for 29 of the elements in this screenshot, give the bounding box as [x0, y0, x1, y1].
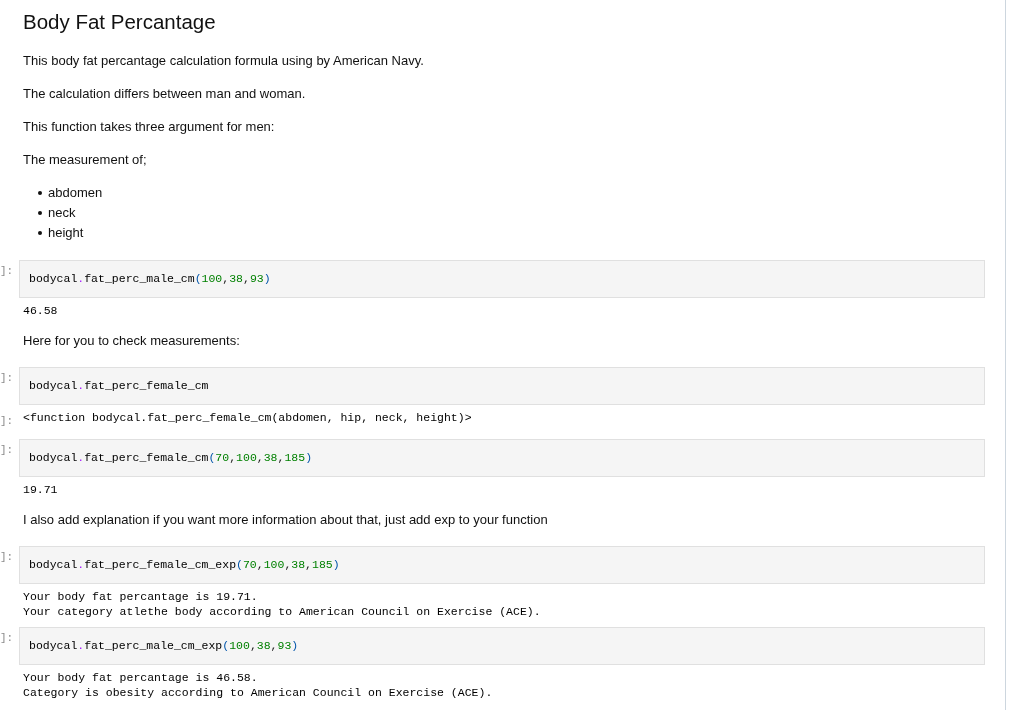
output-text: Your body fat percantage is 19.71. Your category atlethe body according to American Council on Exercise (ACE).	[22, 589, 541, 619]
markdown-paragraph: Here for you to check measurements:	[23, 332, 240, 350]
markdown-paragraph: This body fat percantage calculation formula using by American Navy.	[23, 52, 424, 70]
markdown-paragraph: The measurement of;	[23, 151, 147, 169]
list-item: neck	[48, 204, 76, 222]
output-text: Your body fat percantage is 46.58. Category is obesity according to American Council on Exercise (ACE).	[22, 670, 493, 700]
cell-prompt: ]:	[0, 631, 14, 646]
code-input[interactable]: bodycal.fat_perc_female_cm	[19, 367, 985, 405]
code-input[interactable]: bodycal.fat_perc_male_cm(100,38,93)	[19, 260, 985, 298]
bullet-icon	[38, 231, 42, 235]
bullet-icon	[38, 211, 42, 215]
code-input[interactable]: bodycal.fat_perc_female_cm(70,100,38,185)	[19, 439, 985, 477]
markdown-paragraph: The calculation differs between man and woman.	[23, 85, 306, 103]
cell-prompt: ]:	[0, 443, 14, 458]
markdown-paragraph: I also add explanation if you want more information about that, just add exp to your function	[23, 511, 548, 529]
output-text: <function bodycal.fat_perc_female_cm(abdomen, hip, neck, height)>	[22, 410, 472, 425]
code-input[interactable]: bodycal.fat_perc_male_cm_exp(100,38,93)	[19, 627, 985, 665]
list-item: abdomen	[48, 184, 103, 202]
cell-prompt: ]:	[0, 371, 14, 386]
output-prompt: ]:	[0, 414, 14, 429]
markdown-paragraph: This function takes three argument for men:	[23, 118, 275, 136]
cell-prompt: ]:	[0, 264, 14, 279]
output-text: 46.58	[22, 303, 58, 318]
code-input[interactable]: bodycal.fat_perc_female_cm_exp(70,100,38,185)	[19, 546, 985, 584]
output-text: 19.71	[22, 482, 58, 497]
notebook-heading: Body Fat Percantage	[23, 9, 216, 35]
cell-prompt: ]:	[0, 550, 14, 565]
list-item: height	[48, 224, 84, 242]
bullet-icon	[38, 191, 42, 195]
